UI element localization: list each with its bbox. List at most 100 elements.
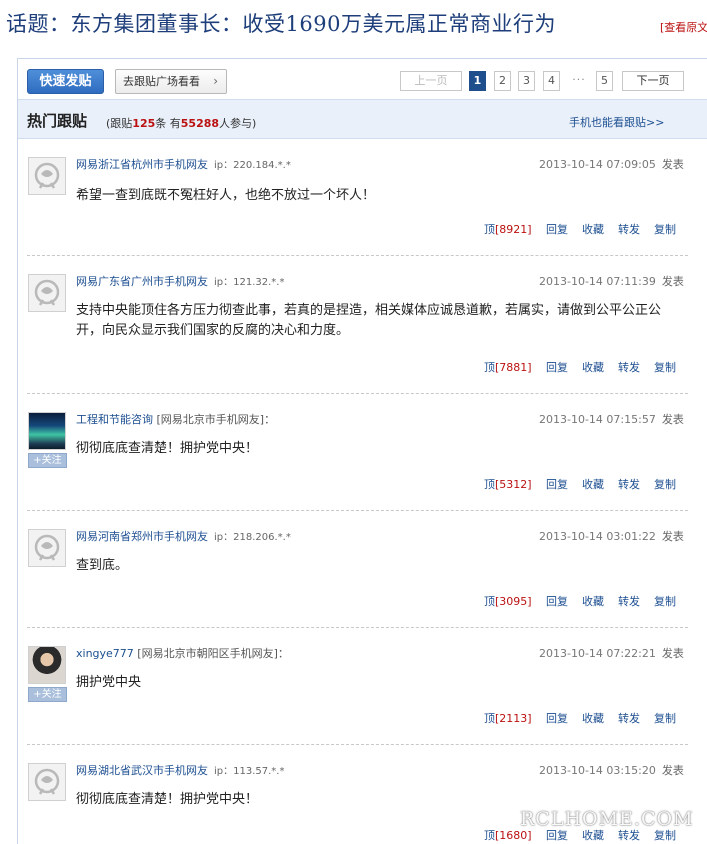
hot-comments-title: 热门跟贴 <box>27 112 88 130</box>
upvote-count: [7881] <box>495 361 532 374</box>
page-1-button[interactable]: 1 <box>469 71 486 91</box>
topic-title: 话题：东方集团董事长：收受1690万美元属正常商业行为 <box>6 12 556 36</box>
comment-author: 网易河南省郑州市手机网友 ip：218.206.*.* <box>76 528 291 544</box>
upvote-button[interactable]: 顶[8921] <box>484 221 540 237</box>
upvote-count: [2113] <box>495 712 532 725</box>
upvote-button[interactable]: 顶[7881] <box>484 359 540 375</box>
forward-button[interactable]: 转发 <box>618 593 648 609</box>
comment-time: 2013-10-14 07:22:21 发表 <box>539 645 684 661</box>
publish-label: 发表 <box>661 275 684 288</box>
copy-button[interactable]: 复制 <box>654 359 684 375</box>
page-2-button[interactable]: 2 <box>494 71 511 91</box>
copy-button[interactable]: 复制 <box>654 476 684 492</box>
copy-button[interactable]: 复制 <box>654 221 684 237</box>
favorite-button[interactable]: 收藏 <box>582 593 612 609</box>
upvote-label: 顶 <box>484 712 495 725</box>
comments-panel: 快速发贴 去跟贴广场看看 › 上一页 1 2 3 4 ··· 5 下一页 热门跟… <box>17 58 707 844</box>
author-name[interactable]: 工程和节能咨询 <box>76 413 153 426</box>
reply-button[interactable]: 回复 <box>546 593 576 609</box>
prev-page-button[interactable]: 上一页 <box>400 71 462 91</box>
comment-time: 2013-10-14 07:09:05 发表 <box>539 156 684 172</box>
view-original-link[interactable]: [查看原文 <box>660 19 707 35</box>
upvote-count: [3095] <box>495 595 532 608</box>
follow-button[interactable]: +关注 <box>28 453 67 468</box>
comment-author: 工程和节能咨询 [网易北京市手机网友]： <box>76 411 275 427</box>
upvote-button[interactable]: 顶[3095] <box>484 593 540 609</box>
favorite-button[interactable]: 收藏 <box>582 359 612 375</box>
comment-actions: 顶[8921] 回复 收藏 转发 复制 <box>484 221 684 237</box>
publish-label: 发表 <box>661 530 684 543</box>
next-page-button[interactable]: 下一页 <box>622 71 684 91</box>
reply-button[interactable]: 回复 <box>546 221 576 237</box>
timestamp: 2013-10-14 07:11:39 <box>539 275 656 288</box>
user-avatar-image[interactable] <box>28 412 66 450</box>
comment-time: 2013-10-14 03:15:20 发表 <box>539 762 684 778</box>
comment-author: 网易湖北省武汉市手机网友 ip：113.57.*.* <box>76 762 284 778</box>
comment-body: 希望一查到底既不冤枉好人，也绝不放过一个坏人！ <box>76 188 376 203</box>
forward-button[interactable]: 转发 <box>618 221 648 237</box>
comment-author: 网易浙江省杭州市手机网友 ip：220.184.*.* <box>76 156 291 172</box>
favorite-button[interactable]: 收藏 <box>582 221 612 237</box>
page-4-button[interactable]: 4 <box>543 71 560 91</box>
follow-button[interactable]: +关注 <box>28 687 67 702</box>
default-avatar-icon[interactable] <box>28 763 66 801</box>
site-watermark: RCLHOME.COM <box>520 808 694 830</box>
pagination-ellipsis: ··· <box>567 71 591 91</box>
upvote-count: [8921] <box>495 223 532 236</box>
page-3-button[interactable]: 3 <box>518 71 535 91</box>
favorite-button[interactable]: 收藏 <box>582 476 612 492</box>
stats-prefix: (跟贴 <box>106 117 133 130</box>
reply-button[interactable]: 回复 <box>546 476 576 492</box>
author-ip: ip：220.184.*.* <box>214 160 291 171</box>
upvote-count: [1680] <box>495 829 532 842</box>
quick-post-button[interactable]: 快速发贴 <box>27 69 104 94</box>
author-ip: ip：121.32.*.* <box>214 277 285 288</box>
comment-body: 拥护党中央 <box>76 675 142 690</box>
default-avatar-icon[interactable] <box>28 157 66 195</box>
author-name[interactable]: xingye777 <box>76 647 134 660</box>
copy-button[interactable]: 复制 <box>654 710 684 726</box>
default-avatar-icon[interactable] <box>28 529 66 567</box>
comment-plaza-label: 去跟贴广场看看 <box>123 75 200 88</box>
author-name[interactable]: 网易浙江省杭州市手机网友 <box>76 158 208 171</box>
upvote-label: 顶 <box>484 361 495 374</box>
upvote-label: 顶 <box>484 829 495 842</box>
upvote-button[interactable]: 顶[2113] <box>484 710 540 726</box>
forward-button[interactable]: 转发 <box>618 710 648 726</box>
author-ip: ip：218.206.*.* <box>214 532 291 543</box>
topic-header: 话题：东方集团董事长：收受1690万美元属正常商业行为 [查看原文 <box>0 0 707 50</box>
mobile-view-link[interactable]: 手机也能看跟贴>> <box>569 114 664 130</box>
comment-stats: (跟贴125条 有55288人参与) <box>106 115 256 131</box>
upvote-button[interactable]: 顶[5312] <box>484 476 540 492</box>
default-avatar-icon[interactable] <box>28 274 66 312</box>
forward-button[interactable]: 转发 <box>618 476 648 492</box>
comment-body: 查到底。 <box>76 558 129 573</box>
author-name[interactable]: 网易广东省广州市手机网友 <box>76 275 208 288</box>
comment-actions: 顶[2113] 回复 收藏 转发 复制 <box>484 710 684 726</box>
reply-button[interactable]: 回复 <box>546 710 576 726</box>
page-5-button[interactable]: 5 <box>596 71 613 91</box>
comment-actions: 顶[5312] 回复 收藏 转发 复制 <box>484 476 684 492</box>
user-avatar-image[interactable] <box>28 646 66 684</box>
comment-plaza-button[interactable]: 去跟贴广场看看 › <box>115 69 227 94</box>
publish-label: 发表 <box>661 764 684 777</box>
copy-button[interactable]: 复制 <box>654 593 684 609</box>
timestamp: 2013-10-14 07:15:57 <box>539 413 656 426</box>
comment-author: xingye777 [网易北京市朝阳区手机网友]： <box>76 645 289 661</box>
publish-label: 发表 <box>661 413 684 426</box>
comment-actions: 顶[3095] 回复 收藏 转发 复制 <box>484 593 684 609</box>
reply-button[interactable]: 回复 <box>546 359 576 375</box>
toolbar: 快速发贴 去跟贴广场看看 › 上一页 1 2 3 4 ··· 5 下一页 <box>18 59 707 99</box>
chevron-right-icon: › <box>213 74 218 88</box>
upvote-label: 顶 <box>484 223 495 236</box>
comment-item: 网易广东省广州市手机网友 ip：121.32.*.* 2013-10-14 07:… <box>18 256 707 394</box>
timestamp: 2013-10-14 07:09:05 <box>539 158 656 171</box>
stats-mid: 条 有 <box>155 117 181 130</box>
favorite-button[interactable]: 收藏 <box>582 710 612 726</box>
author-location: [网易北京市朝阳区手机网友]： <box>137 647 289 660</box>
author-name[interactable]: 网易河南省郑州市手机网友 <box>76 530 208 543</box>
author-name[interactable]: 网易湖北省武汉市手机网友 <box>76 764 208 777</box>
upvote-label: 顶 <box>484 595 495 608</box>
forward-button[interactable]: 转发 <box>618 359 648 375</box>
comment-item: +关注 xingye777 [网易北京市朝阳区手机网友]： 2013-10-14… <box>18 628 707 745</box>
